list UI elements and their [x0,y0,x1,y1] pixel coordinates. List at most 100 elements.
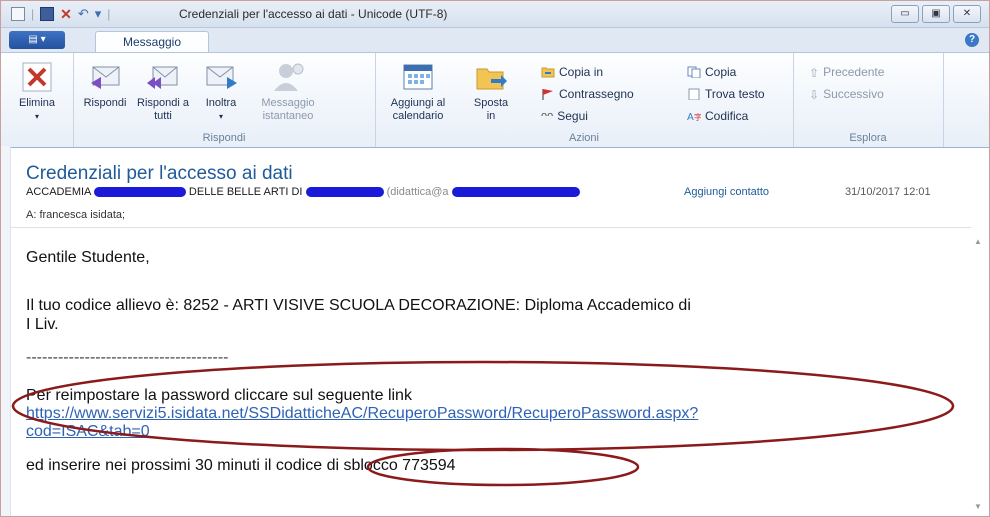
delete-big-icon [19,61,55,93]
title-bar: | ✕ ↶ ▾ | Credenziali per l'accesso ai d… [1,1,989,28]
minimize-button[interactable]: ▭ [891,5,919,23]
svg-text:A: A [687,112,694,122]
qat-separator: | [107,7,111,21]
delete-icon[interactable]: ✕ [60,7,72,21]
reset-link-continuation[interactable]: cod=ISAC&tab=0 [26,423,150,441]
copy-to-folder-icon [541,67,555,78]
elimina-label: Elimina [18,97,56,109]
reply-icon [87,61,123,93]
contrassegno-button[interactable]: Contrassegno [541,85,634,103]
sposta-in-label: Sposta in [473,97,509,122]
precedente-button[interactable]: ⇧ Precedente [809,63,884,81]
student-code-line-2: I Liv. [26,316,59,333]
file-menu-button[interactable]: ▤ ▾ [9,31,65,49]
down-arrow-icon: ⇩ [809,88,820,102]
inoltra-label: Inoltra [205,97,237,109]
segui-label: Segui [557,109,588,123]
azioni-group-label: Azioni [569,132,599,144]
group-azioni: Aggiungi al calendario Sposta in Copia i… [375,53,794,147]
window-menu-icon[interactable] [11,7,25,21]
message-date: 31/10/2017 12:01 [845,186,931,198]
ribbon-tab-row: ▤ ▾ Messaggio ? [1,28,989,53]
reply-all-icon [145,61,181,93]
tab-messaggio[interactable]: Messaggio [95,31,209,53]
vertical-scrollbar[interactable]: ▲ ▼ [971,233,985,513]
codifica-label: Codifica [705,109,749,123]
reset-link[interactable]: https://www.servizi5.isidata.net/SSDidat… [26,405,698,423]
codifica-button[interactable]: A字 Codifica [687,107,748,125]
sender-name-middle: DELLE BELLE ARTI DI [188,186,303,198]
rispondi-group-label: Rispondi [202,132,246,144]
window-title: Credenziali per l'accesso ai dati - Unic… [179,7,448,21]
messaggio-istantaneo-label: Messaggio istantaneo [261,97,315,122]
maximize-button[interactable]: ▣ [922,5,950,23]
quick-access-toolbar: | ✕ ↶ ▾ | [11,6,110,22]
rispondi-a-tutti-label: Rispondi a tutti [137,97,189,122]
unlock-code-line: ed inserire nei prossimi 30 minuti il co… [26,457,456,475]
copia-button[interactable]: Copia [687,63,736,81]
group-elimina: Elimina ▾ [1,53,74,147]
sposta-in-button[interactable]: Sposta in [471,57,511,123]
message-body: Gentile Studente, Il tuo codice allievo … [19,235,961,510]
redaction-mark [93,187,186,198]
forward-icon [203,61,239,93]
divider-line: -------------------------------------- [26,349,229,366]
rispondi-button[interactable]: Rispondi [77,57,133,110]
close-button[interactable]: ✕ [953,5,981,23]
copia-label: Copia [705,65,737,79]
successivo-button[interactable]: ⇩ Successivo [809,85,884,103]
left-rail [1,146,11,516]
scroll-down-icon[interactable]: ▼ [974,502,982,511]
trova-testo-label: Trova testo [705,87,765,101]
inoltra-button[interactable]: Inoltra ▾ [193,57,249,123]
flag-icon [542,89,553,100]
copy-icon [687,66,701,78]
segui-button[interactable]: ᴖᴖ Segui [541,107,588,125]
ribbon: Elimina ▾ Rispondi Rispondi a tutti Inol… [1,52,989,148]
contrassegno-label: Contrassegno [559,87,634,101]
rispondi-a-tutti-button[interactable]: Rispondi a tutti [135,57,191,123]
help-icon[interactable]: ? [965,33,979,47]
aggiungi-calendario-button[interactable]: Aggiungi al calendario [383,57,453,123]
up-arrow-icon: ⇧ [809,66,820,80]
save-icon[interactable] [40,7,55,21]
sender-email[interactable]: (didattica@a [387,186,449,198]
group-rispondi: Rispondi Rispondi a tutti Inoltra ▾ Mess… [73,53,376,147]
esplora-group-label: Esplora [849,132,887,144]
follow-icon: ᴖᴖ [541,110,554,122]
group-esplora: ⇧ Precedente ⇩ Successivo Esplora [793,53,944,147]
window-controls: ▭ ▣ ✕ [891,5,981,23]
scroll-up-icon[interactable]: ▲ [974,237,982,246]
find-text-icon [688,88,700,100]
message-sender: ACCADEMIA DELLE BELLE ARTI DI (didattica… [26,186,580,198]
reset-instructions: Per reimpostare la password cliccare sul… [26,387,412,404]
precedente-label: Precedente [823,65,885,79]
inoltra-dropdown-icon[interactable]: ▾ [193,110,249,123]
copia-in-button[interactable]: Copia in [541,63,603,81]
move-folder-icon [473,61,509,93]
add-contact-link[interactable]: Aggiungi contatto [684,186,769,198]
calendar-icon [400,61,436,93]
copia-in-label: Copia in [559,65,604,79]
successivo-label: Successivo [823,87,884,101]
message-subject: Credenziali per l'accesso ai dati [26,163,293,184]
qat-separator: | [31,7,35,21]
student-code-line: Il tuo codice allievo è: 8252 - ARTI VIS… [26,297,691,314]
svg-text:字: 字 [694,112,701,122]
instant-message-icon [270,61,306,93]
unlock-code: codice di sblocco 773594 [275,457,456,474]
aggiungi-calendario-label: Aggiungi al calendario [390,97,446,122]
message-recipient: A: francesca isidata; [26,209,126,221]
trova-testo-button[interactable]: Trova testo [687,85,765,103]
email-window: | ✕ ↶ ▾ | Credenziali per l'accesso ai d… [0,0,990,517]
greeting: Gentile Studente, [26,249,150,266]
redaction-mark [451,187,580,198]
elimina-dropdown-icon[interactable]: ▾ [9,110,65,123]
encoding-icon: A字 [687,112,701,122]
redaction-mark [305,187,384,198]
elimina-button[interactable]: Elimina ▾ [9,57,65,123]
messaggio-istantaneo-button[interactable]: Messaggio istantaneo [253,57,323,123]
undo-icon[interactable]: ↶ [78,6,89,22]
rispondi-label: Rispondi [83,97,127,109]
qat-dropdown-icon[interactable]: ▾ [95,6,102,22]
